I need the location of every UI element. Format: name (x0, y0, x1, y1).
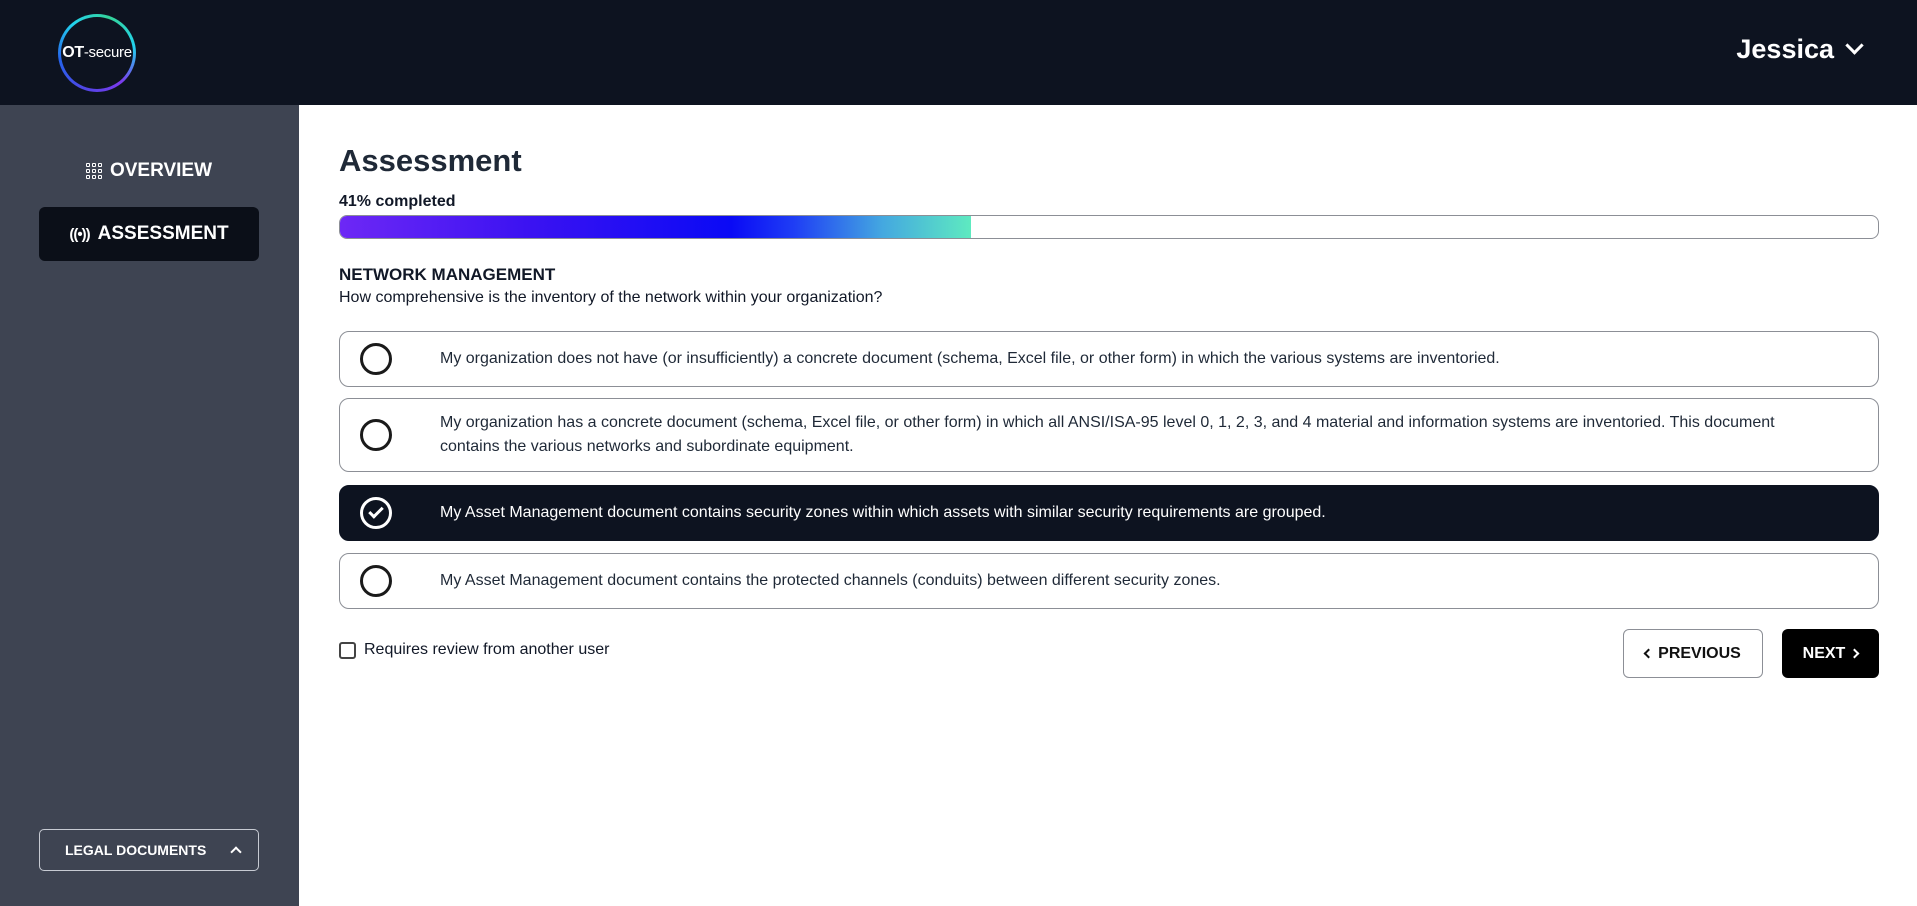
chevron-down-icon (1845, 36, 1864, 55)
review-checkbox[interactable] (339, 641, 356, 659)
answer-option-4[interactable]: My Asset Management document contains th… (339, 553, 1879, 609)
sidebar-item-label: ASSESSMENT (97, 223, 229, 244)
progress-bar (339, 215, 1879, 239)
review-label: Requires review from another user (364, 641, 610, 658)
top-bar: OT-secure Jessica (0, 0, 1917, 105)
answer-option-text: My Asset Management document contains se… (440, 504, 1326, 521)
answer-option-2[interactable]: My organization has a concrete document … (339, 398, 1879, 472)
chevron-right-icon (1849, 648, 1860, 659)
legal-documents-button[interactable]: LEGAL DOCUMENTS (39, 829, 259, 871)
answer-option-text: My Asset Management document contains th… (440, 572, 1221, 589)
answer-option-3[interactable]: My Asset Management document contains se… (339, 485, 1879, 541)
progress-fill (340, 216, 971, 238)
answer-option-text: My organization does not have (or insuff… (440, 350, 1500, 367)
legal-documents-label: LEGAL DOCUMENTS (65, 842, 207, 858)
page-title: Assessment (339, 143, 522, 178)
check-circle-icon (360, 497, 392, 529)
chevron-up-icon (230, 846, 242, 858)
review-checkbox-row[interactable]: Requires review from another user (339, 641, 609, 659)
question-text: How comprehensive is the inventory of th… (339, 289, 883, 306)
radio-circle-icon (360, 419, 392, 451)
next-button[interactable]: NEXT (1782, 629, 1879, 678)
answer-option-1[interactable]: My organization does not have (or insuff… (339, 331, 1879, 387)
progress-label: 41% completed (339, 193, 456, 210)
answer-option-text: My organization has a concrete document … (440, 414, 1775, 455)
chevron-left-icon (1643, 648, 1654, 659)
section-title: NETWORK MANAGEMENT (339, 265, 556, 284)
logo-text: OT-secure (62, 44, 132, 61)
radio-circle-icon (360, 565, 392, 597)
user-menu[interactable]: Jessica (1736, 34, 1864, 65)
sidebar: OVERVIEW ((•)) ASSESSMENT LEGAL DOCUMENT… (0, 105, 299, 906)
logo[interactable]: OT-secure (58, 14, 136, 92)
sidebar-item-assessment[interactable]: ((•)) ASSESSMENT (39, 207, 259, 261)
radio-circle-icon (360, 343, 392, 375)
sidebar-item-label: OVERVIEW (109, 160, 213, 181)
grid-icon (85, 163, 102, 179)
previous-button[interactable]: PREVIOUS (1623, 629, 1763, 678)
sidebar-item-overview[interactable]: OVERVIEW (39, 144, 259, 198)
user-name: Jessica (1736, 34, 1834, 64)
broadcast-icon: ((•)) (69, 225, 90, 243)
